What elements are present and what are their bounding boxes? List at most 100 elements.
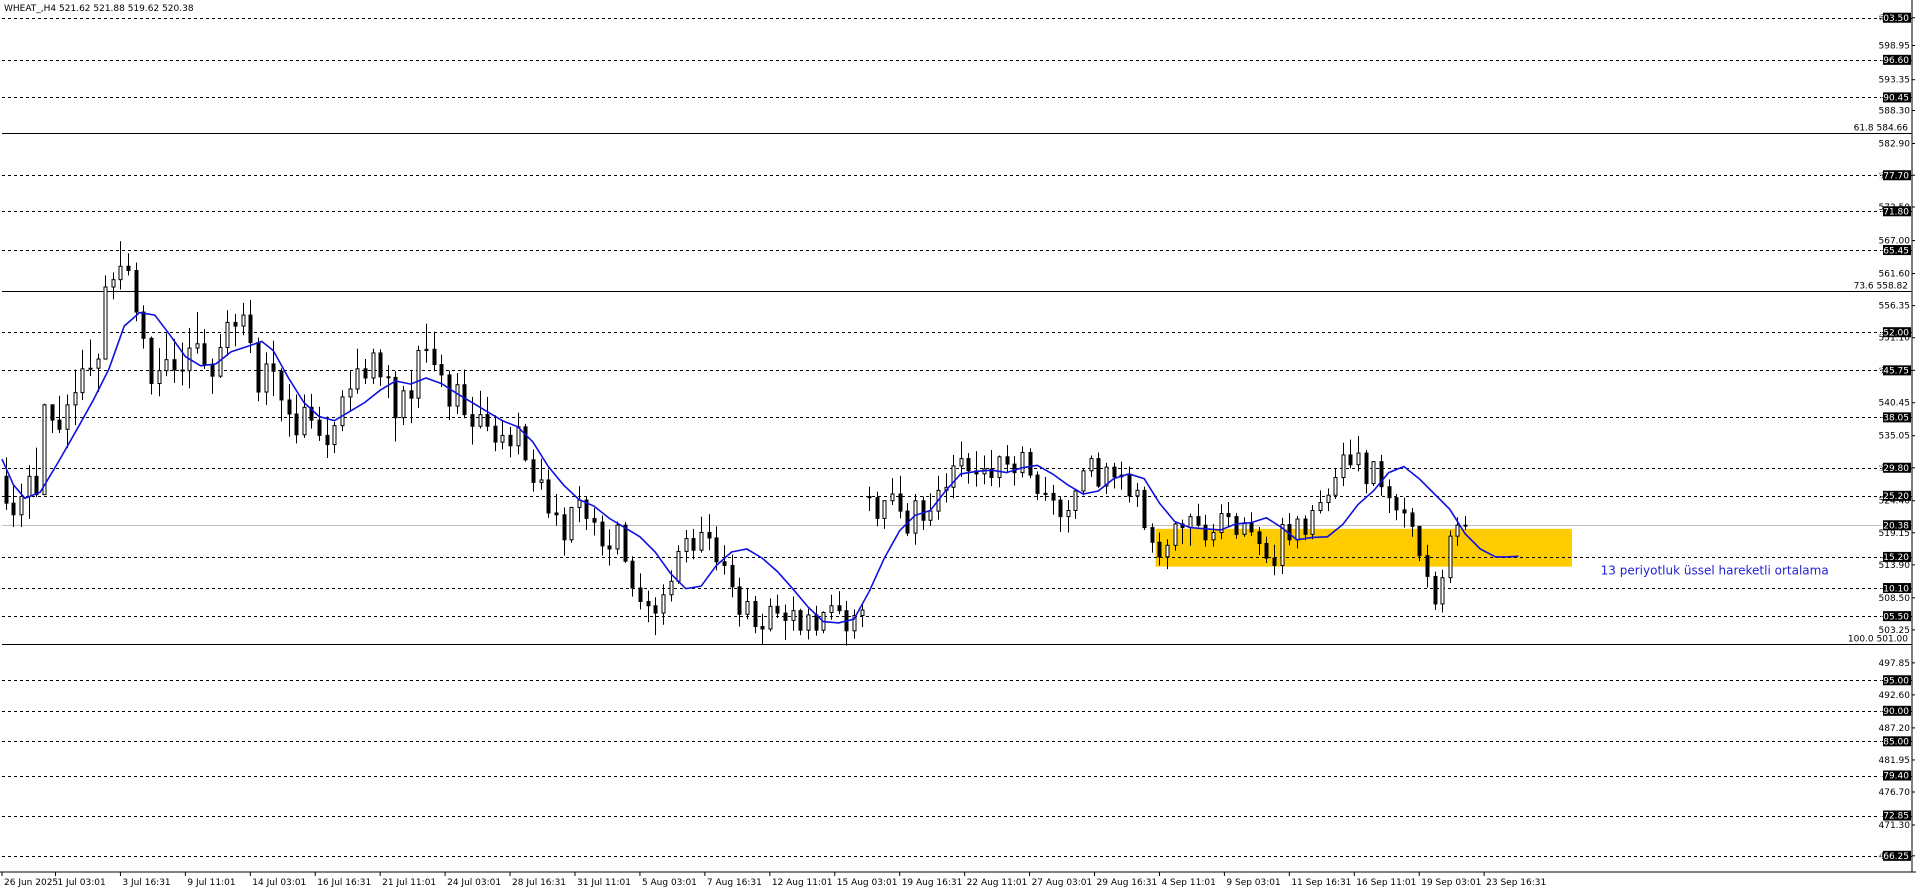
candle-body (73, 392, 78, 406)
candle-body (332, 425, 337, 446)
candle-body (1242, 522, 1247, 535)
candle-body (294, 413, 299, 436)
candle-body (577, 499, 582, 508)
candle-body (1135, 489, 1140, 497)
price-tick-label: 487.20 (1879, 724, 1911, 734)
ema-annotation: 13 periyotluk üssel hareketli ortalama (1601, 563, 1829, 577)
candle-body (829, 605, 834, 613)
candle-body (287, 399, 292, 415)
candle-body (691, 538, 696, 551)
candle-body (1402, 509, 1407, 514)
candle-body (1264, 542, 1269, 559)
chart-svg: 61.8 584.66 73.6 558.82 100.0 501.00 603.5… (0, 0, 1916, 888)
candle-body (1249, 522, 1254, 533)
candle-body (1051, 492, 1056, 501)
time-tick-label: 31 Jul 11:01 (577, 878, 631, 888)
candle-body (65, 404, 70, 430)
candle-body (1440, 577, 1445, 605)
candle-body (42, 404, 47, 496)
candle-body (531, 459, 536, 483)
time-tick-label: 5 Aug 03:01 (642, 878, 697, 888)
candle-body (1211, 531, 1216, 541)
candle-body (485, 414, 490, 427)
candle-body (569, 506, 574, 541)
candle-body (88, 367, 93, 370)
candle-body (607, 545, 612, 550)
candle-body (1272, 557, 1277, 566)
candle-body (1394, 497, 1399, 511)
time-tick-label: 22 Aug 11:01 (967, 878, 1028, 888)
level-label-text: 466.25 (1878, 852, 1910, 862)
candle-body (1173, 523, 1178, 546)
candle-body (1341, 454, 1346, 479)
price-tick-label: 582.90 (1879, 140, 1911, 150)
candle-body (1035, 474, 1040, 494)
candle-body (798, 610, 803, 631)
candle-body (1165, 544, 1170, 558)
candle-body (699, 531, 704, 551)
candle-body (1280, 524, 1285, 566)
candle-body (4, 475, 9, 504)
candle-body (707, 531, 712, 539)
candle-body (1066, 509, 1071, 518)
candle-body (149, 337, 154, 384)
candle-body (760, 626, 765, 630)
time-tick-label: 23 Sep 16:31 (1486, 878, 1546, 888)
price-tick-label: 598.95 (1879, 41, 1911, 51)
chart-title: WHEAT_,H4 521.62 521.88 519.62 520.38 (4, 4, 194, 14)
level-label-text: 603.50 (1878, 14, 1910, 24)
price-tick-label: 471.30 (1879, 821, 1911, 831)
candle-body (1364, 452, 1369, 485)
candle-body (447, 374, 452, 407)
candle-body (1142, 489, 1147, 529)
candle-body (1096, 458, 1101, 487)
candle-body (1028, 451, 1033, 476)
price-tick-label: 561.60 (1879, 270, 1911, 280)
time-tick-label: 16 Jul 16:31 (317, 878, 371, 888)
candle-body (371, 352, 376, 379)
price-tick-label: 535.05 (1879, 432, 1911, 442)
candle-body (80, 368, 85, 394)
candle-body (271, 363, 276, 372)
candle-body (921, 500, 926, 521)
candle-body (1333, 477, 1338, 496)
candle-body (1295, 518, 1300, 541)
candle-body (500, 434, 505, 443)
candle-body (462, 384, 467, 416)
time-tick-label: 27 Aug 03:01 (1032, 878, 1093, 888)
candle-body (279, 370, 284, 401)
level-label-text: 525.20 (1878, 492, 1910, 502)
level-label-text: 479.40 (1878, 772, 1910, 782)
candle-body (562, 514, 567, 541)
candle-body (1410, 512, 1415, 527)
level-label-text: 495.00 (1878, 676, 1910, 686)
candle-body (1257, 531, 1262, 544)
candle-body (34, 475, 39, 496)
level-label-text: 490.00 (1878, 707, 1910, 717)
candle-body (1196, 516, 1201, 526)
candle-body (1127, 474, 1132, 497)
candle-body (348, 388, 353, 398)
time-tick-label: 26 Jun 2025 (4, 878, 58, 888)
candle-body (1157, 541, 1162, 558)
time-tick-label: 21 Jul 11:01 (382, 878, 436, 888)
candle-body (317, 419, 322, 436)
price-tick-label: 593.35 (1879, 76, 1911, 86)
candle-body (378, 352, 383, 378)
candle-body (623, 524, 628, 562)
candle-body (600, 521, 605, 547)
candle-body (363, 368, 368, 379)
price-tick-label: 588.30 (1879, 107, 1911, 117)
candle-body (57, 419, 62, 430)
candle-body (539, 479, 544, 483)
time-tick-label: 11 Sep 16:31 (1291, 878, 1351, 888)
candle-body (1318, 502, 1323, 511)
candle-body (1203, 524, 1208, 541)
candle-body (141, 311, 146, 339)
level-label-text: 545.75 (1878, 367, 1910, 377)
candle-body (722, 561, 727, 566)
level-label-text: 529.80 (1878, 464, 1910, 474)
candle-body (1226, 513, 1231, 518)
candle-body (241, 314, 246, 327)
candle-body (1089, 458, 1094, 472)
